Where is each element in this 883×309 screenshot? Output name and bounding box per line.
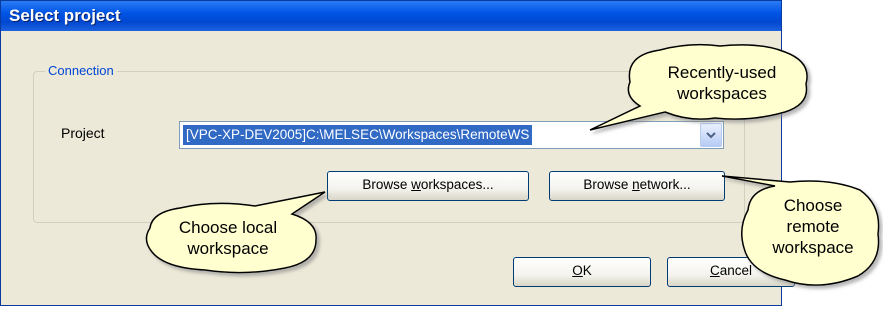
callout-local-line1: Choose local <box>178 218 278 237</box>
callout-remote-line3: workspace <box>772 238 854 257</box>
callout-local-text: Choose local workspace <box>148 217 308 259</box>
callout-remote-line2: remote <box>786 217 840 236</box>
callout-local-line2: workspace <box>187 239 269 258</box>
callout-recent-text: Recently-used workspaces <box>642 62 802 104</box>
callout-remote-text: Choose remote workspace <box>750 195 876 258</box>
callout-recent-line2: workspaces <box>677 84 767 103</box>
callout-layer <box>145 43 880 286</box>
callout-remote-line1: Choose <box>783 196 843 215</box>
callout-recent-line1: Recently-used <box>667 63 777 82</box>
